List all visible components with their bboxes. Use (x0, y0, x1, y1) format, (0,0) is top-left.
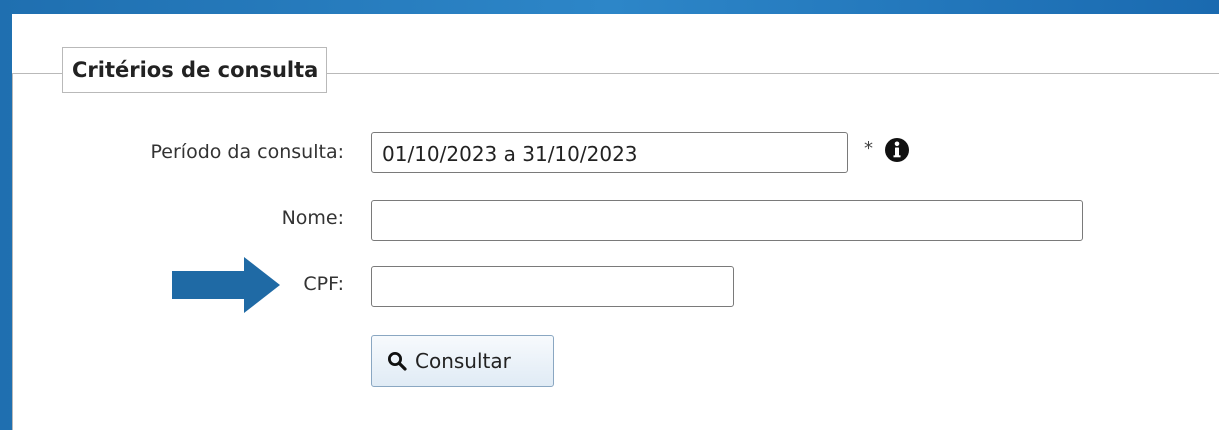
fieldset-legend: Critérios de consulta (62, 47, 328, 93)
cpf-label: CPF: (303, 273, 344, 295)
search-criteria-panel: Critérios de consulta Período da consult… (12, 14, 1219, 430)
nome-label: Nome: (281, 207, 344, 229)
periodo-input[interactable]: 01/10/2023 a 31/10/2023 (371, 132, 848, 173)
periodo-label: Período da consulta: (150, 141, 344, 163)
consultar-button[interactable]: Consultar (371, 335, 554, 387)
nome-input[interactable] (371, 200, 1083, 241)
consultar-button-label: Consultar (415, 349, 511, 373)
arrow-right-icon (172, 257, 280, 313)
fieldset-border-left (12, 73, 13, 430)
required-marker: * (864, 138, 873, 159)
cpf-input[interactable] (371, 266, 734, 307)
info-icon[interactable] (884, 137, 910, 163)
search-icon (388, 352, 407, 371)
